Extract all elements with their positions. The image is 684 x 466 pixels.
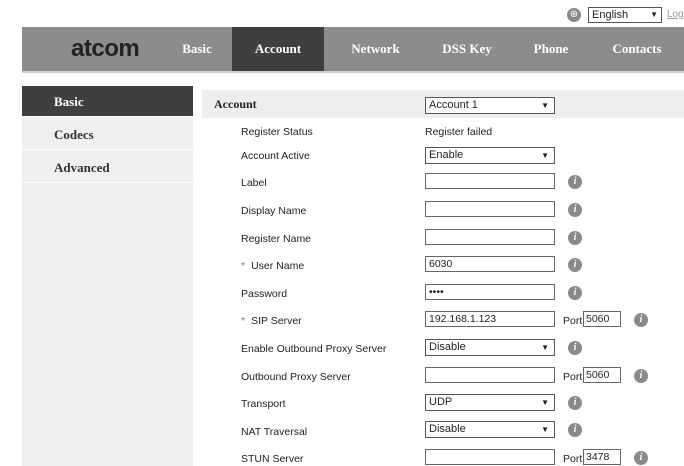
stun-port-input[interactable]: 3478 [583,449,621,465]
tab-phone[interactable]: Phone [516,27,586,71]
info-icon[interactable]: i [568,396,582,410]
info-icon[interactable]: i [634,451,648,465]
outbound-port-label: Port [563,371,583,383]
sidebar-item-codecs[interactable]: Codecs [22,119,193,150]
outbound-proxy-server-label: Outbound Proxy Server [241,371,351,383]
section-title: Account [214,97,257,111]
required-mark: * [241,315,246,327]
top-strip: ⊕ English ▼ Log [0,0,684,27]
account-active-value: Enable [429,149,464,161]
transport-value: UDP [429,396,453,408]
stun-port-label: Port [563,453,583,465]
display-name-input[interactable] [425,201,555,217]
register-name-label: Register Name [241,233,312,245]
user-name-label: * User Name [241,260,304,272]
outbound-proxy-enable-label: Enable Outbound Proxy Server [241,343,387,355]
outbound-proxy-server-input[interactable] [425,367,555,383]
nat-traversal-label: NAT Traversal [241,426,308,438]
chevron-down-icon: ▼ [541,425,549,434]
label-input[interactable] [425,173,555,189]
tab-account[interactable]: Account [232,27,324,71]
register-status-label: Register Status [241,126,313,138]
stun-server-input[interactable] [425,449,555,465]
info-icon[interactable]: i [568,175,582,189]
info-icon[interactable]: i [568,231,582,245]
register-name-input[interactable] [425,229,555,245]
language-value: English [592,9,629,21]
info-icon[interactable]: i [568,258,582,272]
stun-server-label: STUN Server [241,453,304,465]
info-icon[interactable]: i [634,369,648,383]
password-input[interactable]: •••• [425,284,555,300]
label-label: Label [241,177,267,189]
info-icon[interactable]: i [568,286,582,300]
nat-traversal-select[interactable]: Disable ▼ [425,421,555,438]
outbound-proxy-enable-value: Disable [429,341,466,353]
main-nav: atcom Basic Account Network DSS Key Phon… [22,27,684,73]
account-select[interactable]: Account 1 ▼ [425,97,555,114]
chevron-down-icon: ▼ [541,101,549,110]
sip-port-label: Port [563,315,583,327]
account-active-select[interactable]: Enable ▼ [425,147,555,164]
tab-dss-key[interactable]: DSS Key [427,27,507,71]
tab-contacts[interactable]: Contacts [596,27,678,71]
info-icon[interactable]: i [634,313,648,327]
language-select[interactable]: English ▼ [588,7,662,23]
transport-select[interactable]: UDP ▼ [425,394,555,411]
sip-port-input[interactable]: 5060 [583,311,621,327]
chevron-down-icon: ▼ [541,343,549,352]
account-select-value: Account 1 [429,99,478,111]
outbound-port-input[interactable]: 5060 [583,367,621,383]
chevron-down-icon: ▼ [541,151,549,160]
register-status-value: Register failed [425,126,493,138]
logo: atcom [71,35,140,62]
required-mark: * [241,260,246,272]
sip-server-label-text: SIP Server [251,315,302,327]
user-name-input[interactable]: 6030 [425,256,555,272]
tab-network[interactable]: Network [333,27,418,71]
nat-traversal-value: Disable [429,423,466,435]
sidebar: Basic Codecs Advanced [22,86,193,466]
sip-server-input[interactable]: 192.168.1.123 [425,311,555,327]
user-name-label-text: User Name [251,260,305,272]
info-icon[interactable]: i [568,341,582,355]
sidebar-item-basic[interactable]: Basic [22,86,193,117]
chevron-down-icon: ▼ [541,398,549,407]
nav-shadow [22,71,684,73]
chevron-down-icon: ▼ [650,10,658,19]
sip-server-label: * SIP Server [241,315,302,327]
logout-link[interactable]: Log [667,9,684,20]
display-name-label: Display Name [241,205,307,217]
outbound-proxy-enable-select[interactable]: Disable ▼ [425,339,555,356]
globe-icon: ⊕ [567,8,581,22]
transport-label: Transport [241,398,286,410]
info-icon[interactable]: i [568,203,582,217]
tab-basic[interactable]: Basic [172,27,222,71]
account-active-label: Account Active [241,150,310,162]
info-icon[interactable]: i [568,423,582,437]
password-label: Password [241,288,288,300]
sidebar-item-advanced[interactable]: Advanced [22,152,193,183]
